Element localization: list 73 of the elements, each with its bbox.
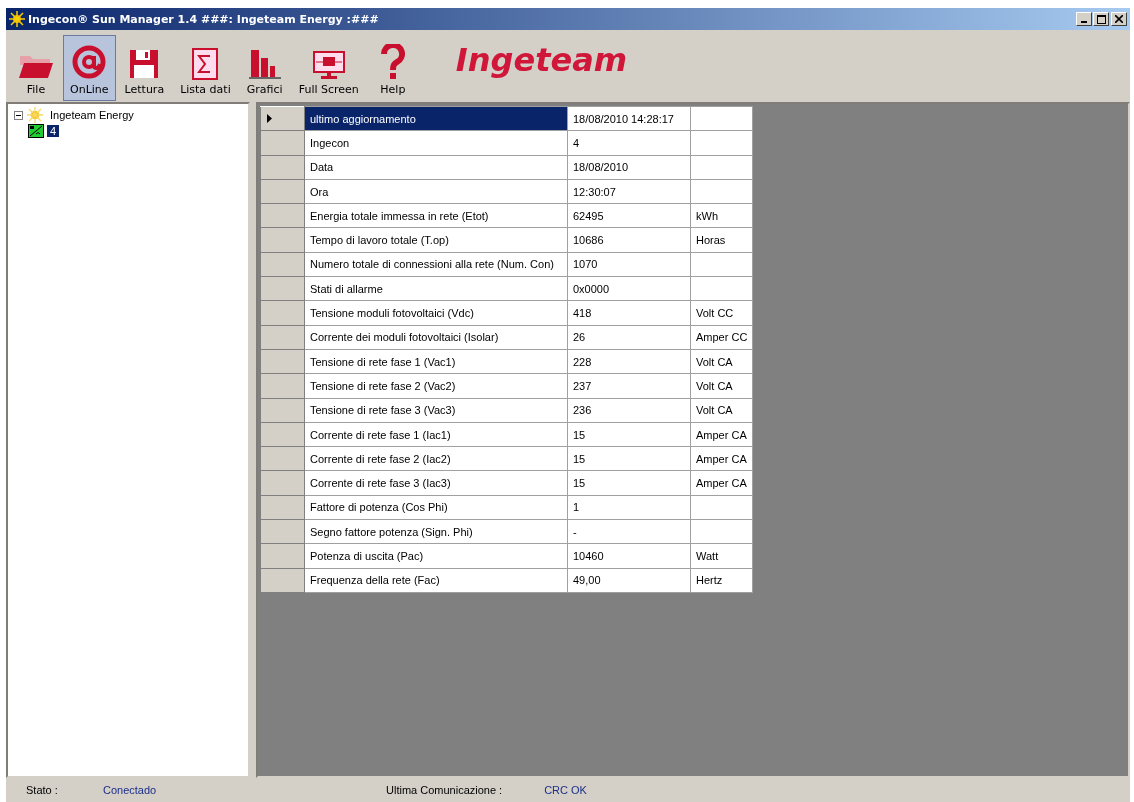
table-cell: 0x0000 — [567, 276, 691, 301]
toolbar-button[interactable]: OnLine — [63, 35, 116, 101]
maximize-icon — [1096, 14, 1106, 24]
row-header[interactable] — [260, 106, 305, 131]
minus-icon — [16, 112, 21, 118]
table-cell: Ora — [304, 179, 568, 204]
table-cell: 228 — [567, 349, 691, 374]
toolbar-button[interactable]: Full Screen — [291, 35, 366, 101]
toolbar-button[interactable]: Lettura — [117, 35, 172, 101]
toolbar-button[interactable]: File — [11, 35, 61, 101]
bar-chart-icon — [247, 48, 282, 80]
table-cell: 4 — [567, 130, 691, 156]
table-cell: 1070 — [567, 252, 691, 277]
table-cell: Segno fattore potenza (Sign. Phi) — [304, 519, 568, 544]
tree-item[interactable]: 4 — [47, 125, 60, 137]
table-cell: Corrente dei moduli fotovoltaici (Isolar) — [304, 325, 568, 350]
table-cell: 62495 — [567, 203, 691, 228]
table-cell: Energia totale immessa in rete (Etot) — [304, 203, 568, 228]
table-cell: Potenza di uscita (Pac) — [304, 543, 568, 569]
table-cell: 10460 — [567, 543, 691, 569]
at-sign-icon — [71, 44, 108, 80]
table-cell — [690, 106, 753, 131]
maximize-button[interactable] — [1093, 12, 1109, 26]
status-value: CRC OK — [544, 784, 588, 796]
table-cell: Tensione di rete fase 3 (Vac3) — [304, 398, 568, 423]
inverter-icon — [28, 124, 44, 138]
toolbar-button[interactable]: Lista dati — [173, 35, 238, 101]
table-cell: Tensione di rete fase 1 (Vac1) — [304, 349, 568, 374]
table-cell: Ingecon — [304, 130, 568, 156]
status-label: Stato : — [26, 784, 59, 796]
table-cell: Tempo di lavoro totale (T.op) — [304, 228, 568, 253]
window-title: Ingecon® Sun Manager 1.4 ###: Ingeteam Energy :### — [28, 12, 380, 26]
minimize-button[interactable] — [1076, 12, 1092, 26]
table-cell: 12:30:07 — [567, 179, 691, 204]
table-cell: Corrente di rete fase 1 (Iac1) — [304, 422, 568, 447]
status-label: Ultima Comunicazione : — [386, 784, 503, 796]
table-cell: Data — [304, 155, 568, 180]
table-cell: 15 — [567, 446, 691, 471]
table-cell: Corrente di rete fase 3 (Iac3) — [304, 470, 568, 496]
table-cell: - — [567, 519, 691, 544]
table-cell: Numero totale di connessioni alla rete (Num. Con) — [304, 252, 568, 277]
table-cell: Tensione moduli fotovoltaici (Vdc) — [304, 300, 568, 326]
table-cell: 10686 — [567, 228, 691, 253]
table-cell: ultimo aggiornamento — [304, 106, 568, 131]
table-cell: 15 — [567, 422, 691, 447]
tree-item[interactable]: Ingeteam Energy — [47, 109, 137, 121]
table-cell: 15 — [567, 470, 691, 496]
table-cell: Corrente di rete fase 2 (Iac2) — [304, 446, 568, 471]
sun-icon — [9, 11, 25, 27]
table-cell: 237 — [567, 373, 691, 399]
table-cell: 26 — [567, 325, 691, 350]
status-value: Conectado — [103, 784, 158, 796]
table-cell: Tensione di rete fase 2 (Vac2) — [304, 373, 568, 399]
table-cell: 18/08/2010 14:28:17 — [567, 106, 691, 131]
table-cell: 1 — [567, 495, 691, 520]
close-icon — [1115, 15, 1123, 23]
collapse-toggle[interactable] — [14, 110, 23, 120]
sun-icon — [26, 107, 44, 123]
table-cell: 18/08/2010 — [567, 155, 691, 180]
question-mark-icon — [379, 44, 406, 80]
logo: Ingeteam — [455, 41, 628, 79]
table-cell: 49,00 — [567, 568, 691, 593]
monitor-icon — [311, 50, 346, 80]
sigma-document-icon — [192, 48, 219, 80]
table-cell: 418 — [567, 300, 691, 326]
table-cell: Stati di allarme — [304, 276, 568, 301]
current-row-icon — [267, 113, 272, 123]
toolbar-button[interactable]: Help — [367, 35, 418, 101]
close-button[interactable] — [1111, 12, 1127, 26]
table-cell: Fattore di potenza (Cos Phi) — [304, 495, 568, 520]
table-cell: 236 — [567, 398, 691, 423]
table-cell: Frequenza della rete (Fac) — [304, 568, 568, 593]
toolbar-button[interactable]: Grafici — [239, 35, 290, 101]
